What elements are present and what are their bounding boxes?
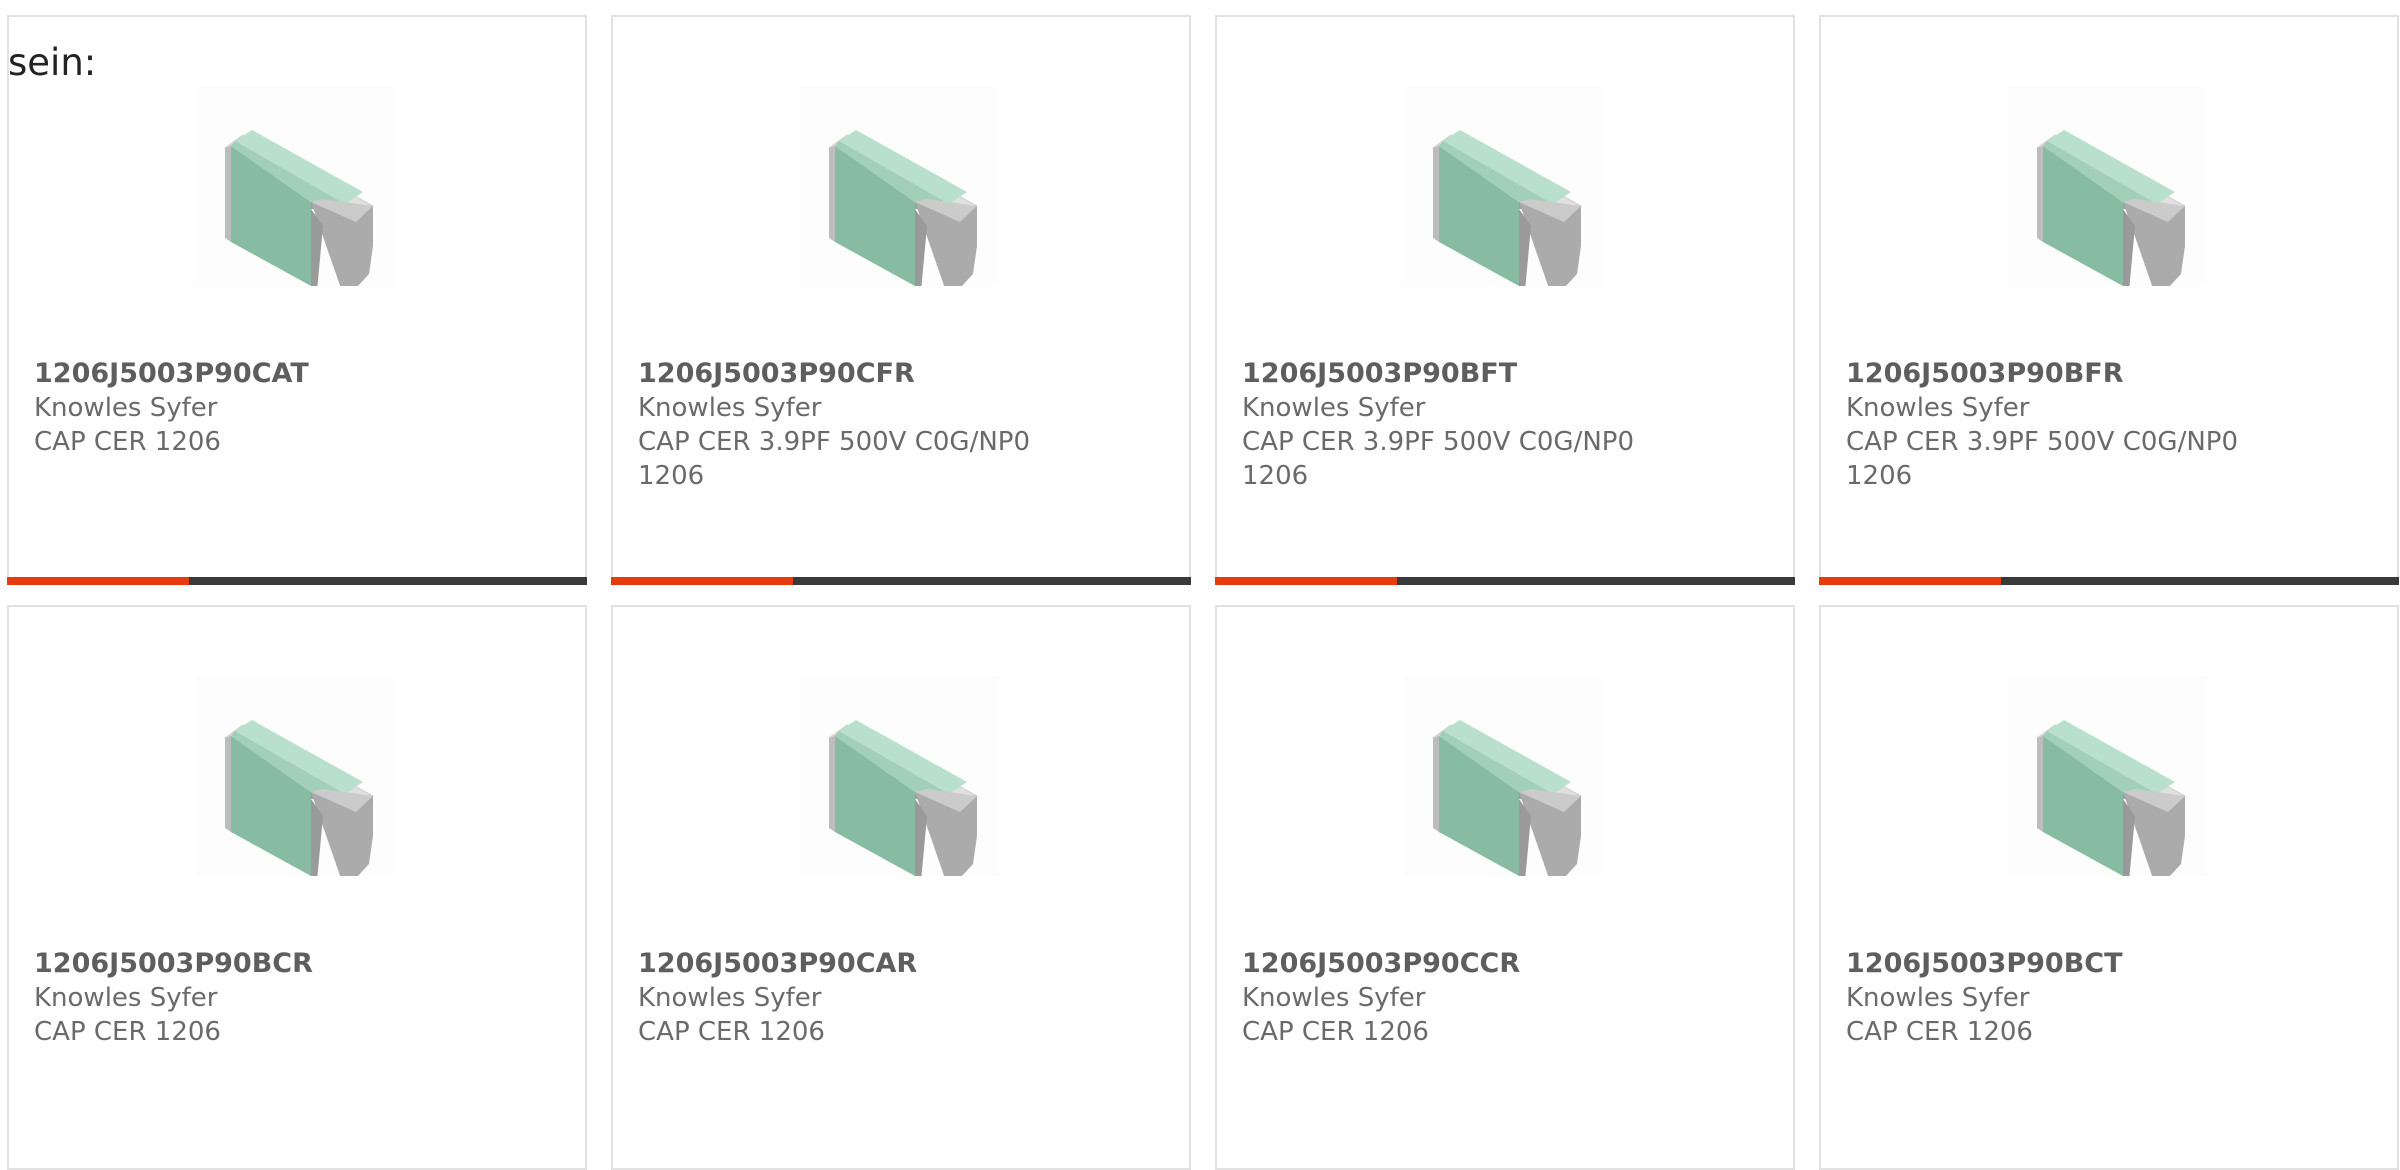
part-number[interactable]: 1206J5003P90CCR xyxy=(1242,947,1762,981)
product-grid: 1206J5003P90CAT Knowles Syfer CAP CER 12… xyxy=(7,15,2400,1170)
card-bottom-bar xyxy=(1819,577,2399,585)
description: CAP CER 1206 xyxy=(638,1017,825,1047)
ceramic-capacitor-chip-icon[interactable] xyxy=(1403,676,1603,876)
product-info: 1206J5003P90CFR Knowles Syfer CAP CER 3.… xyxy=(638,357,1158,493)
product-info: 1206J5003P90BFR Knowles Syfer CAP CER 3.… xyxy=(1846,357,2366,493)
product-card[interactable]: 1206J5003P90CAR Knowles Syfer CAP CER 12… xyxy=(611,605,1191,1170)
ceramic-capacitor-chip-icon[interactable] xyxy=(1403,86,1603,286)
description: CAP CER 1206 xyxy=(34,1017,221,1047)
ceramic-capacitor-chip-icon[interactable] xyxy=(195,676,395,876)
part-number[interactable]: 1206J5003P90BFT xyxy=(1242,357,1762,391)
description: CAP CER 1206 xyxy=(1242,1017,1429,1047)
manufacturer: Knowles Syfer xyxy=(34,983,218,1013)
ceramic-capacitor-chip-icon[interactable] xyxy=(2007,676,2207,876)
ceramic-capacitor-chip-icon[interactable] xyxy=(799,86,999,286)
product-info: 1206J5003P90BCR Knowles Syfer CAP CER 12… xyxy=(34,947,554,1049)
card-bottom-bar xyxy=(611,577,1191,585)
product-info: 1206J5003P90BFT Knowles Syfer CAP CER 3.… xyxy=(1242,357,1762,493)
card-bar-accent xyxy=(1819,577,2001,585)
description: CAP CER 3.9PF 500V C0G/NP0 1206 xyxy=(1846,427,2238,491)
manufacturer: Knowles Syfer xyxy=(1846,393,2030,423)
part-number[interactable]: 1206J5003P90BCT xyxy=(1846,947,2366,981)
product-info: 1206J5003P90CAR Knowles Syfer CAP CER 12… xyxy=(638,947,1158,1049)
intro-text: sein: xyxy=(8,41,97,84)
product-info: 1206J5003P90CCR Knowles Syfer CAP CER 12… xyxy=(1242,947,1762,1049)
description: CAP CER 1206 xyxy=(1846,1017,2033,1047)
manufacturer: Knowles Syfer xyxy=(1242,983,1426,1013)
ceramic-capacitor-chip-icon[interactable] xyxy=(195,86,395,286)
product-card[interactable]: 1206J5003P90BCR Knowles Syfer CAP CER 12… xyxy=(7,605,587,1170)
description: CAP CER 3.9PF 500V C0G/NP0 1206 xyxy=(1242,427,1634,491)
part-number[interactable]: 1206J5003P90BCR xyxy=(34,947,554,981)
card-bar-accent xyxy=(1215,577,1397,585)
product-card[interactable]: 1206J5003P90CAT Knowles Syfer CAP CER 12… xyxy=(7,15,587,585)
card-bar-accent xyxy=(611,577,793,585)
product-card[interactable]: 1206J5003P90CFR Knowles Syfer CAP CER 3.… xyxy=(611,15,1191,585)
product-card[interactable]: 1206J5003P90BFR Knowles Syfer CAP CER 3.… xyxy=(1819,15,2399,585)
part-number[interactable]: 1206J5003P90CFR xyxy=(638,357,1158,391)
description: CAP CER 3.9PF 500V C0G/NP0 1206 xyxy=(638,427,1030,491)
ceramic-capacitor-chip-icon[interactable] xyxy=(799,676,999,876)
card-bottom-bar xyxy=(7,577,587,585)
product-card[interactable]: 1206J5003P90BCT Knowles Syfer CAP CER 12… xyxy=(1819,605,2399,1170)
card-bottom-bar xyxy=(1215,577,1795,585)
manufacturer: Knowles Syfer xyxy=(34,393,218,423)
manufacturer: Knowles Syfer xyxy=(1242,393,1426,423)
ceramic-capacitor-chip-icon[interactable] xyxy=(2007,86,2207,286)
manufacturer: Knowles Syfer xyxy=(638,983,822,1013)
part-number[interactable]: 1206J5003P90BFR xyxy=(1846,357,2366,391)
product-card[interactable]: 1206J5003P90CCR Knowles Syfer CAP CER 12… xyxy=(1215,605,1795,1170)
part-number[interactable]: 1206J5003P90CAT xyxy=(34,357,554,391)
product-info: 1206J5003P90BCT Knowles Syfer CAP CER 12… xyxy=(1846,947,2366,1049)
description: CAP CER 1206 xyxy=(34,427,221,457)
manufacturer: Knowles Syfer xyxy=(1846,983,2030,1013)
part-number[interactable]: 1206J5003P90CAR xyxy=(638,947,1158,981)
manufacturer: Knowles Syfer xyxy=(638,393,822,423)
product-card[interactable]: 1206J5003P90BFT Knowles Syfer CAP CER 3.… xyxy=(1215,15,1795,585)
product-info: 1206J5003P90CAT Knowles Syfer CAP CER 12… xyxy=(34,357,554,459)
card-bar-accent xyxy=(7,577,189,585)
